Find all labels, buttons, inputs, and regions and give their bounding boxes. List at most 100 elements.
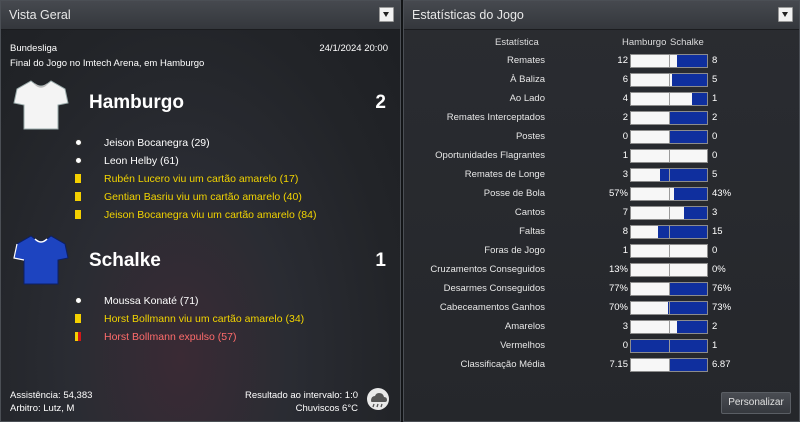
away-stat-value: 3 bbox=[712, 207, 718, 218]
goal-ball-icon bbox=[75, 157, 82, 164]
stat-row: Cabeceamentos Ganhos 70% 73% bbox=[404, 300, 800, 316]
drizzle-cloud-icon bbox=[367, 388, 389, 410]
bar-midline bbox=[669, 302, 670, 314]
customize-button[interactable]: Personalizar bbox=[721, 392, 791, 414]
stat-comparison-bar bbox=[630, 225, 708, 239]
home-stat-value: 3 bbox=[622, 321, 628, 332]
halftime-score: Resultado ao intervalo: 1:0 bbox=[244, 390, 358, 401]
away-stat-value: 2 bbox=[712, 321, 718, 332]
event-text[interactable]: Horst Bollmann expulso (57) bbox=[104, 331, 236, 343]
bar-midline bbox=[669, 359, 670, 371]
attendance: Assistência: 54,383 bbox=[10, 390, 93, 401]
away-share-fill bbox=[684, 207, 707, 219]
home-stat-value: 4 bbox=[622, 93, 628, 104]
event-text[interactable]: Jeison Bocanegra viu um cartão amarelo (… bbox=[104, 209, 316, 221]
home-team-name[interactable]: Hamburgo bbox=[89, 92, 184, 114]
stat-row: Remates 12 8 bbox=[404, 53, 800, 69]
stat-comparison-bar bbox=[630, 54, 708, 68]
red-card-icon bbox=[75, 332, 81, 341]
stat-label: Oportunidades Flagrantes bbox=[435, 150, 545, 161]
yellow-card-icon bbox=[75, 192, 81, 201]
home-column-header: Hamburgo bbox=[622, 37, 667, 48]
away-share-fill bbox=[677, 321, 707, 333]
stat-label: Posse de Bola bbox=[483, 188, 545, 199]
away-share-fill bbox=[669, 131, 707, 143]
overview-title: Vista Geral bbox=[9, 8, 71, 22]
stat-row: Classificação Média 7.15 6.87 bbox=[404, 357, 800, 373]
home-stat-value: 6 bbox=[622, 74, 628, 85]
stat-row: Remates de Longe 3 5 bbox=[404, 167, 800, 183]
overview-menu-dropdown-icon[interactable] bbox=[379, 7, 394, 22]
match-status: Final do Jogo no Imtech Arena, em Hambur… bbox=[10, 58, 205, 69]
event-text[interactable]: Horst Bollmann viu um cartão amarelo (34… bbox=[104, 313, 304, 325]
bar-midline bbox=[669, 74, 670, 86]
stat-label: Postes bbox=[515, 131, 545, 142]
home-stat-value: 7 bbox=[622, 207, 628, 218]
stat-label: Amarelos bbox=[504, 321, 545, 332]
stat-label: Remates Interceptados bbox=[446, 112, 545, 123]
match-datetime: 24/1/2024 20:00 bbox=[319, 43, 388, 54]
event-text[interactable]: Leon Helby (61) bbox=[104, 155, 179, 167]
away-stat-value: 15 bbox=[712, 226, 723, 237]
yellow-card-icon bbox=[75, 210, 81, 219]
stat-label: Cantos bbox=[514, 207, 545, 218]
stat-label: Faltas bbox=[519, 226, 545, 237]
stat-label: Remates bbox=[506, 55, 545, 66]
stat-label: Vermelhos bbox=[500, 340, 545, 351]
away-team-name[interactable]: Schalke bbox=[89, 250, 161, 272]
bar-midline bbox=[669, 226, 670, 238]
stat-label: Remates de Longe bbox=[464, 169, 545, 180]
stat-label: Cabeceamentos Ganhos bbox=[439, 302, 545, 313]
bar-midline bbox=[669, 264, 670, 276]
away-share-fill bbox=[692, 93, 707, 105]
stat-comparison-bar bbox=[630, 263, 708, 277]
stat-comparison-bar bbox=[630, 168, 708, 182]
stat-comparison-bar bbox=[630, 358, 708, 372]
home-stat-value: 77% bbox=[608, 283, 628, 294]
stat-label: Desarmes Conseguidos bbox=[443, 283, 545, 294]
stat-row: Cruzamentos Conseguidos 13% 0% bbox=[404, 262, 800, 278]
home-stat-value: 57% bbox=[608, 188, 628, 199]
bar-midline bbox=[669, 188, 670, 200]
stat-label: À Baliza bbox=[510, 74, 545, 85]
event-text[interactable]: Rubén Lucero viu um cartão amarelo (17) bbox=[104, 173, 298, 185]
event-text[interactable]: Jeison Bocanegra (29) bbox=[104, 137, 210, 149]
stat-comparison-bar bbox=[630, 320, 708, 334]
stat-comparison-bar bbox=[630, 73, 708, 87]
stat-row: Foras de Jogo 1 0 bbox=[404, 243, 800, 259]
weather-text: Chuviscos 6°C bbox=[295, 403, 358, 414]
stat-comparison-bar bbox=[630, 206, 708, 220]
bar-midline bbox=[669, 169, 670, 181]
stat-comparison-bar bbox=[630, 149, 708, 163]
away-share-fill bbox=[669, 283, 707, 295]
away-share-fill bbox=[669, 112, 707, 124]
event-text[interactable]: Moussa Konaté (71) bbox=[104, 295, 199, 307]
stat-comparison-bar bbox=[630, 130, 708, 144]
overview-panel: Vista Geral Bundesliga 24/1/2024 20:00 F… bbox=[0, 0, 401, 422]
stat-label: Cruzamentos Conseguidos bbox=[430, 264, 545, 275]
home-stat-value: 1 bbox=[622, 245, 628, 256]
away-stat-value: 2 bbox=[712, 112, 718, 123]
stat-row: Amarelos 3 2 bbox=[404, 319, 800, 335]
away-stat-value: 8 bbox=[712, 55, 718, 66]
home-stat-value: 7.15 bbox=[609, 359, 629, 370]
bar-midline bbox=[669, 112, 670, 124]
event-text[interactable]: Gentian Basriu viu um cartão amarelo (40… bbox=[104, 191, 302, 203]
away-stat-value: 1 bbox=[712, 340, 718, 351]
goal-ball-icon bbox=[75, 139, 82, 146]
stat-column-header: Estatística bbox=[495, 37, 539, 48]
home-stat-value: 3 bbox=[622, 169, 628, 180]
bar-midline bbox=[669, 340, 670, 352]
away-stat-value: 6.87 bbox=[712, 359, 731, 370]
stat-row: Remates Interceptados 2 2 bbox=[404, 110, 800, 126]
stats-title: Estatísticas do Jogo bbox=[412, 8, 524, 22]
bar-midline bbox=[669, 245, 670, 257]
stat-row: Ao Lado 4 1 bbox=[404, 91, 800, 107]
home-shirt-icon bbox=[13, 80, 69, 130]
away-stat-value: 0 bbox=[712, 150, 718, 161]
away-score: 1 bbox=[375, 250, 386, 271]
stats-menu-dropdown-icon[interactable] bbox=[778, 7, 793, 22]
stat-row: Posse de Bola 57% 43% bbox=[404, 186, 800, 202]
away-share-fill bbox=[668, 302, 707, 314]
stat-row: Vermelhos 0 1 bbox=[404, 338, 800, 354]
